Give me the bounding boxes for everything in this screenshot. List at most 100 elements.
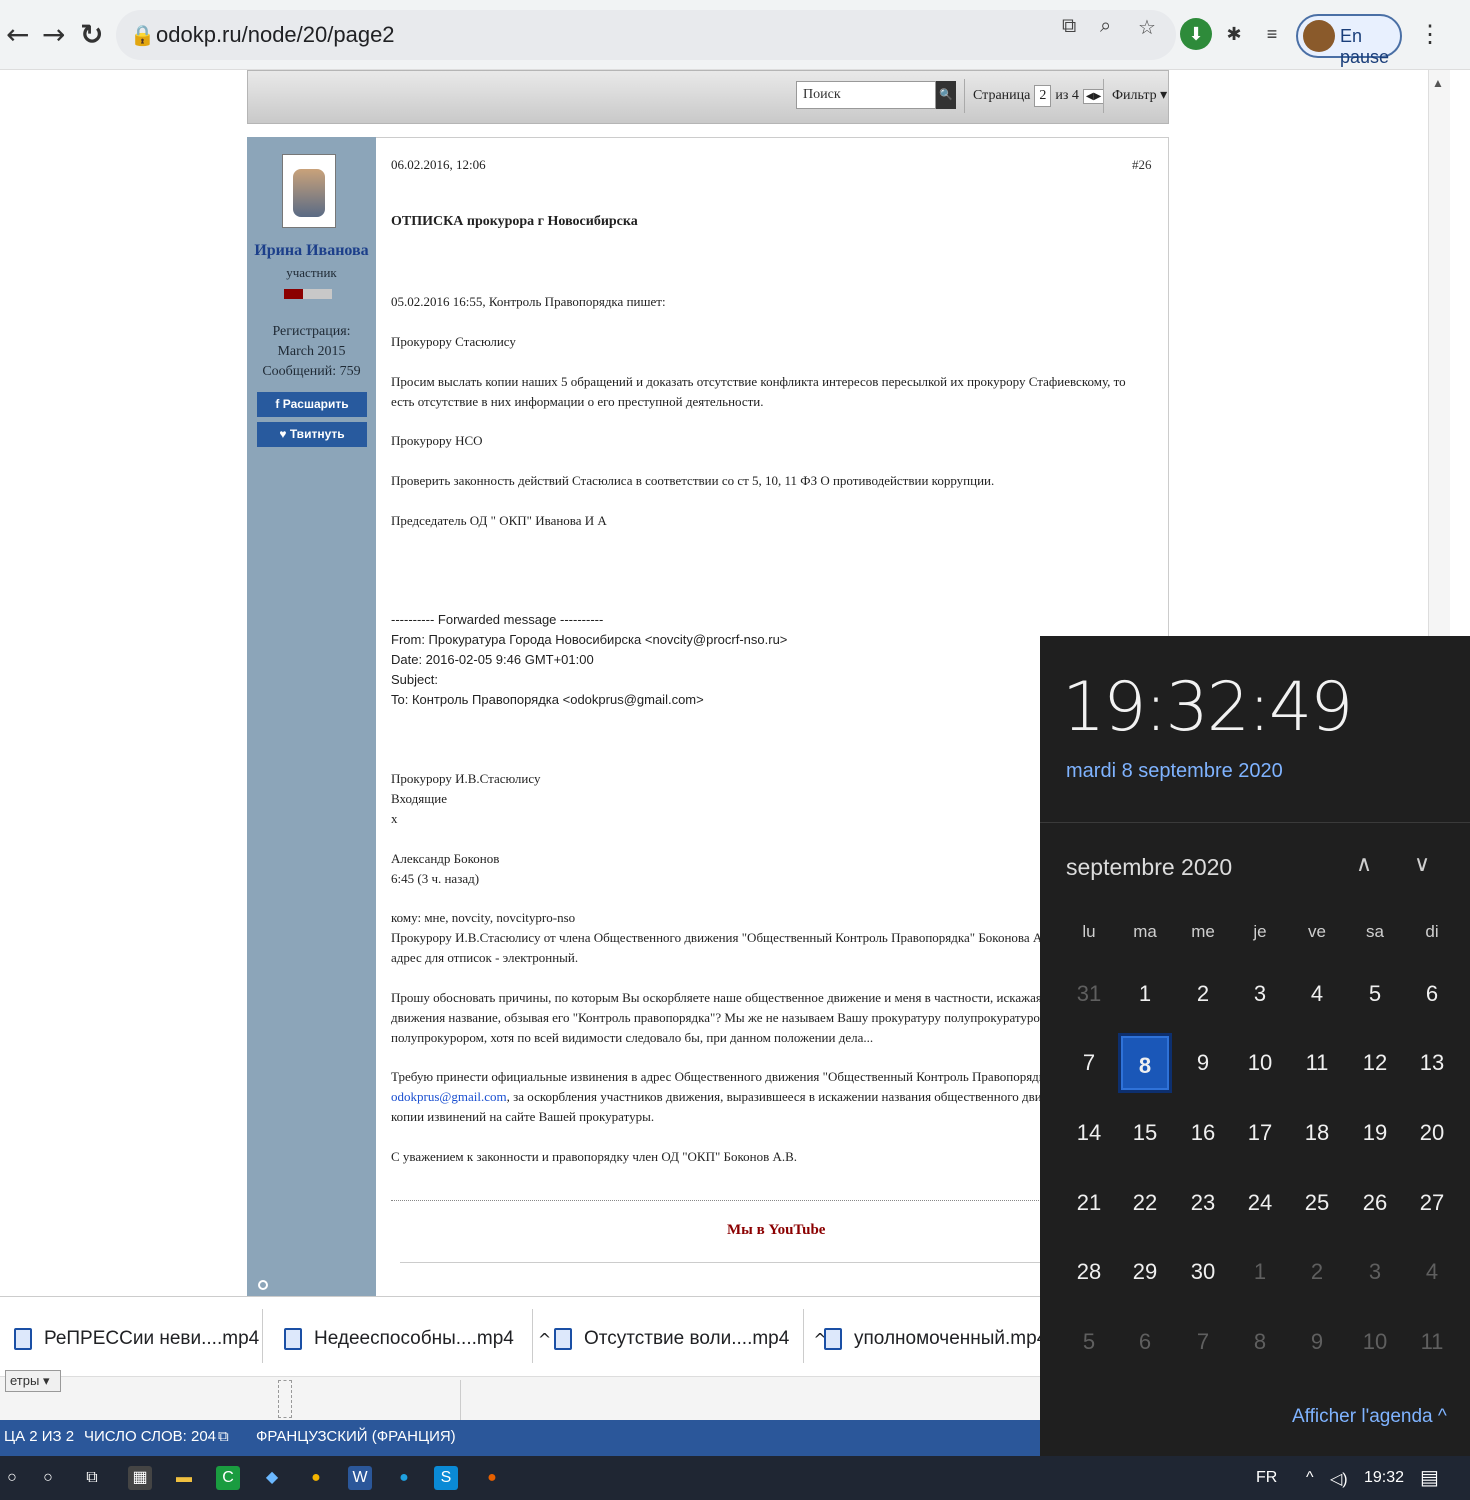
- search-icon[interactable]: 🔍: [936, 81, 956, 109]
- task-view-icon[interactable]: ⧉: [80, 1466, 104, 1490]
- calendar-day[interactable]: 15: [1118, 1103, 1172, 1163]
- scrollbar[interactable]: [1428, 70, 1450, 640]
- download-item[interactable]: РеПРЕССии неви....mp4 ^: [14, 1319, 297, 1359]
- calendar-day[interactable]: 30: [1176, 1242, 1230, 1302]
- calendar-day[interactable]: 7: [1062, 1033, 1116, 1093]
- reading-list-icon[interactable]: ≡: [1256, 18, 1288, 50]
- word-count[interactable]: ЧИСЛО СЛОВ: 204: [84, 1428, 216, 1445]
- calendar-day[interactable]: 12: [1348, 1033, 1402, 1093]
- calendar-day[interactable]: 10: [1348, 1312, 1402, 1372]
- calendar-day[interactable]: 19: [1348, 1103, 1402, 1163]
- input-language[interactable]: FR: [1256, 1469, 1277, 1487]
- download-item[interactable]: уполномоченный.mp4: [824, 1319, 1047, 1359]
- menu-icon[interactable]: ⋮: [1418, 20, 1442, 49]
- back-icon[interactable]: ←: [6, 18, 29, 51]
- chevron-down-icon[interactable]: ∨: [1414, 852, 1430, 877]
- tray-chevron-icon[interactable]: ^: [1306, 1469, 1314, 1487]
- calendar-day[interactable]: 31: [1062, 964, 1116, 1024]
- calendar-day[interactable]: 6: [1405, 964, 1459, 1024]
- show-agenda-link[interactable]: Afficher l'agenda ^: [1292, 1406, 1447, 1428]
- calendar-day[interactable]: 4: [1290, 964, 1344, 1024]
- calendar-day[interactable]: 3: [1348, 1242, 1402, 1302]
- taskbar-clock[interactable]: 19:32: [1364, 1469, 1404, 1487]
- calendar-day[interactable]: 11: [1290, 1033, 1344, 1093]
- download-extension-icon[interactable]: ⬇: [1180, 18, 1212, 50]
- calendar-day[interactable]: 13: [1405, 1033, 1459, 1093]
- profile-button[interactable]: En pause: [1296, 14, 1402, 67]
- volume-icon[interactable]: ◁): [1330, 1469, 1348, 1489]
- prev-page-icon[interactable]: ◀▶: [1082, 88, 1105, 104]
- address-bar[interactable]: 🔒 odokp.ru/node/20/page2: [116, 10, 1176, 60]
- calendar-day[interactable]: 5: [1348, 964, 1402, 1024]
- calendar-day[interactable]: 6: [1118, 1312, 1172, 1372]
- zoom-icon[interactable]: ⌕: [1100, 15, 1111, 38]
- twitter-share-button[interactable]: ♥ Твитнуть: [257, 422, 367, 447]
- calendar-day[interactable]: 23: [1176, 1173, 1230, 1233]
- calendar-day[interactable]: 2: [1176, 964, 1230, 1024]
- language-status[interactable]: ФРАНЦУЗСКИЙ (ФРАНЦИЯ): [256, 1428, 456, 1445]
- search-circle-icon[interactable]: ○: [36, 1466, 60, 1490]
- page-status[interactable]: ЦА 2 ИЗ 2: [4, 1428, 74, 1445]
- calendar-day[interactable]: 10: [1233, 1033, 1287, 1093]
- calendar-day[interactable]: 1: [1118, 964, 1172, 1024]
- cortana-partial-icon[interactable]: ○: [0, 1466, 24, 1490]
- author-name[interactable]: Ирина Иванова: [247, 242, 376, 260]
- calendar-day[interactable]: 7: [1176, 1312, 1230, 1372]
- search-input[interactable]: Поиск: [796, 81, 936, 109]
- calendar-day[interactable]: 25: [1290, 1173, 1344, 1233]
- file-explorer-icon[interactable]: ▬: [172, 1466, 196, 1490]
- url-text[interactable]: odokp.ru/node/20/page2: [156, 22, 395, 48]
- calendar-day[interactable]: 28: [1062, 1242, 1116, 1302]
- calendar-day-today[interactable]: 8: [1118, 1033, 1172, 1093]
- calendar-day[interactable]: 14: [1062, 1103, 1116, 1163]
- calendar-day[interactable]: 26: [1348, 1173, 1402, 1233]
- facebook-share-button[interactable]: f Расшарить: [257, 392, 367, 417]
- calendar-day[interactable]: 2: [1290, 1242, 1344, 1302]
- word-icon[interactable]: W: [348, 1466, 372, 1490]
- clock-date[interactable]: mardi 8 septembre 2020: [1066, 760, 1283, 783]
- calendar-day[interactable]: 3: [1233, 964, 1287, 1024]
- word-options-dropdown[interactable]: етры ▾: [5, 1370, 61, 1392]
- calendar-day[interactable]: 16: [1176, 1103, 1230, 1163]
- notifications-icon[interactable]: ▤: [1420, 1465, 1439, 1490]
- calendar-day[interactable]: 24: [1233, 1173, 1287, 1233]
- chrome-icon[interactable]: ●: [304, 1466, 328, 1490]
- calendar-day[interactable]: 11: [1405, 1312, 1459, 1372]
- green-app-icon[interactable]: C: [216, 1466, 240, 1490]
- download-item[interactable]: Недееспособны....mp4 ^: [284, 1319, 551, 1359]
- calendar-day[interactable]: 20: [1405, 1103, 1459, 1163]
- skype-icon[interactable]: S: [434, 1466, 458, 1490]
- translate-icon[interactable]: ⧉: [1062, 15, 1076, 38]
- extensions-icon[interactable]: ✱: [1218, 18, 1250, 50]
- calendar-day[interactable]: 22: [1118, 1173, 1172, 1233]
- calendar-day[interactable]: 8: [1233, 1312, 1287, 1372]
- star-icon[interactable]: ☆: [1138, 15, 1156, 40]
- chevron-up-icon[interactable]: ∧: [1356, 852, 1372, 877]
- download-item[interactable]: Отсутствие воли....mp4 ^: [554, 1319, 827, 1359]
- youtube-link[interactable]: Мы в YouTube: [727, 1222, 825, 1239]
- filter-button[interactable]: Фильтр ▾: [1103, 79, 1167, 113]
- calendar-day[interactable]: 1: [1233, 1242, 1287, 1302]
- network-app-icon[interactable]: ◆: [260, 1466, 284, 1490]
- proofing-icon[interactable]: ⧉: [218, 1428, 229, 1445]
- post-number[interactable]: #26: [1132, 157, 1152, 173]
- edge-icon[interactable]: ●: [392, 1466, 416, 1490]
- firefox-icon[interactable]: ●: [480, 1466, 504, 1490]
- calendar-day[interactable]: 9: [1290, 1312, 1344, 1372]
- chevron-up-icon[interactable]: ^: [538, 1330, 551, 1349]
- calendar-day[interactable]: 17: [1233, 1103, 1287, 1163]
- scroll-up-icon[interactable]: ▲: [1432, 76, 1444, 90]
- reload-icon[interactable]: ↻: [80, 18, 103, 51]
- calendar-day[interactable]: 18: [1290, 1103, 1344, 1163]
- calendar-day[interactable]: 4: [1405, 1242, 1459, 1302]
- calendar-day[interactable]: 27: [1405, 1173, 1459, 1233]
- calendar-day[interactable]: 21: [1062, 1173, 1116, 1233]
- calendar-day[interactable]: 5: [1062, 1312, 1116, 1372]
- forward-icon[interactable]: →: [42, 18, 65, 51]
- calculator-icon[interactable]: ▦: [128, 1466, 152, 1490]
- page-number-input[interactable]: 2: [1034, 85, 1052, 107]
- calendar-day[interactable]: 9: [1176, 1033, 1230, 1093]
- calendar-day[interactable]: 29: [1118, 1242, 1172, 1302]
- author-avatar[interactable]: [282, 154, 336, 228]
- email-link[interactable]: odokprus@gmail.com: [391, 1089, 507, 1104]
